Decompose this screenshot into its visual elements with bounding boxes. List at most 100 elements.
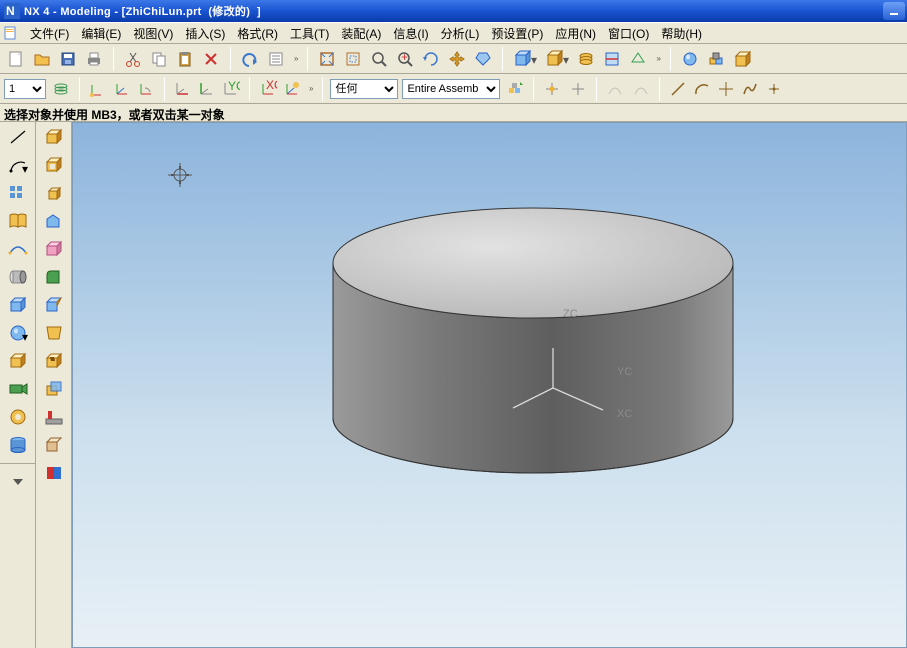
draft-tool-icon[interactable] xyxy=(40,320,68,346)
menu-app[interactable]: 应用(N) xyxy=(549,23,602,44)
shelf-tool-icon[interactable] xyxy=(40,404,68,430)
menu-tools[interactable]: 工具(T) xyxy=(284,23,335,44)
layer-toolbar-icon[interactable] xyxy=(50,78,72,100)
box-hollow-icon[interactable] xyxy=(40,152,68,178)
filter-assembly-icon[interactable] xyxy=(504,78,526,100)
minimize-button[interactable] xyxy=(883,2,905,20)
properties-button[interactable] xyxy=(264,47,288,71)
menu-file[interactable]: 文件(F) xyxy=(24,23,75,44)
pocket-tool-icon[interactable] xyxy=(40,348,68,374)
side-toolbar-sketch: ▾ ▾ xyxy=(0,122,36,648)
toolbar-overflow-2[interactable]: » xyxy=(654,54,662,63)
sphere-hollow-icon[interactable] xyxy=(4,404,32,430)
fit-button[interactable] xyxy=(315,47,339,71)
rotate-button[interactable] xyxy=(419,47,443,71)
menu-insert[interactable]: 插入(S) xyxy=(179,23,231,44)
cut-button[interactable] xyxy=(121,47,145,71)
curve-gray1-icon[interactable] xyxy=(604,78,626,100)
app-icon: N xyxy=(4,3,20,19)
box-yellow-icon[interactable] xyxy=(40,124,68,150)
menu-format[interactable]: 格式(R) xyxy=(231,23,284,44)
curve-point-icon[interactable] xyxy=(763,78,785,100)
axis-yc-label: YC xyxy=(617,366,632,378)
print-button[interactable] xyxy=(82,47,106,71)
line-tool-icon[interactable] xyxy=(4,124,32,150)
menu-edit[interactable]: 编辑(E) xyxy=(75,23,127,44)
curve-gray2-icon[interactable] xyxy=(630,78,652,100)
new-button[interactable] xyxy=(4,47,28,71)
toolbar-selection: 1 YC XC » 任何 Entire Assemb xyxy=(0,74,907,104)
zoom-in-out-button[interactable]: + xyxy=(393,47,417,71)
zoom-window-button[interactable] xyxy=(341,47,365,71)
viewport-3d[interactable]: ZC YC XC xyxy=(72,122,907,648)
shade-mode-button[interactable]: ▾ xyxy=(510,47,540,71)
copy-button[interactable] xyxy=(147,47,171,71)
database-icon[interactable] xyxy=(4,432,32,458)
csys-save-icon[interactable] xyxy=(281,78,303,100)
pipe-tool-icon[interactable] xyxy=(4,264,32,290)
collapse-icon[interactable] xyxy=(4,469,32,495)
menu-info[interactable]: 信息(I) xyxy=(387,23,434,44)
layers-button[interactable] xyxy=(574,47,598,71)
sphere-tool-icon[interactable]: ▾ xyxy=(4,320,32,346)
csys-yc-icon[interactable]: YC xyxy=(220,78,242,100)
cone-projector-icon[interactable] xyxy=(4,376,32,402)
box-small-icon[interactable] xyxy=(40,180,68,206)
toolbar-overflow-1[interactable]: » xyxy=(292,54,300,63)
toolbar-overflow-3[interactable]: » xyxy=(307,84,315,93)
curve-tangent-icon[interactable] xyxy=(739,78,761,100)
zoom-button[interactable] xyxy=(367,47,391,71)
filter-select[interactable]: 任何 xyxy=(330,79,398,99)
csys-config-icon[interactable]: XC xyxy=(257,78,279,100)
section-button[interactable] xyxy=(626,47,650,71)
box-tan-icon[interactable] xyxy=(40,432,68,458)
snap-mid-icon[interactable] xyxy=(567,78,589,100)
svg-text:▾: ▾ xyxy=(22,330,28,343)
assemblies-button[interactable] xyxy=(704,47,728,71)
menu-window[interactable]: 窗口(O) xyxy=(602,23,655,44)
wcs-dynamic-icon[interactable] xyxy=(111,78,133,100)
csys-x-icon[interactable] xyxy=(172,78,194,100)
curve-arc-icon[interactable] xyxy=(691,78,713,100)
pattern-tool-icon[interactable] xyxy=(4,180,32,206)
paste-button[interactable] xyxy=(173,47,197,71)
document-icon[interactable] xyxy=(2,24,20,42)
block-tool-icon[interactable] xyxy=(4,292,32,318)
curve-spline-icon[interactable] xyxy=(715,78,737,100)
menu-view[interactable]: 视图(V) xyxy=(127,23,179,44)
undo-button[interactable] xyxy=(238,47,262,71)
section-rb-icon[interactable] xyxy=(40,460,68,486)
menu-analyze[interactable]: 分析(L) xyxy=(435,23,486,44)
save-button[interactable] xyxy=(56,47,80,71)
curve-line-icon[interactable] xyxy=(667,78,689,100)
curve-edit-icon[interactable] xyxy=(4,236,32,262)
sweep-tool-icon[interactable] xyxy=(40,376,68,402)
open-button[interactable] xyxy=(30,47,54,71)
assembly-select[interactable]: Entire Assemb xyxy=(402,79,500,99)
wcs-origin-icon[interactable] xyxy=(87,78,109,100)
cylinder-tool-icon[interactable] xyxy=(4,348,32,374)
svg-text:+: + xyxy=(401,50,408,64)
menu-assemble[interactable]: 装配(A) xyxy=(335,23,387,44)
pan-button[interactable] xyxy=(445,47,469,71)
box-pink-icon[interactable] xyxy=(40,236,68,262)
snap-point-icon[interactable] xyxy=(541,78,563,100)
clip-button[interactable] xyxy=(600,47,624,71)
perspective-button[interactable] xyxy=(471,47,495,71)
visual-style-button[interactable]: ▾ xyxy=(542,47,572,71)
render-button[interactable] xyxy=(678,47,702,71)
delete-button[interactable] xyxy=(199,47,223,71)
cylinder-model xyxy=(303,158,763,498)
chamfer-tool-icon[interactable] xyxy=(40,292,68,318)
layer-select[interactable]: 1 xyxy=(4,79,46,99)
book-tool-icon[interactable] xyxy=(4,208,32,234)
csys-y-icon[interactable] xyxy=(196,78,218,100)
menu-help[interactable]: 帮助(H) xyxy=(655,23,708,44)
arc-tool-icon[interactable]: ▾ xyxy=(4,152,32,178)
drafting-button[interactable] xyxy=(730,47,754,71)
fillet-green-icon[interactable] xyxy=(40,264,68,290)
wcs-orient-icon[interactable] xyxy=(135,78,157,100)
svg-text:▾: ▾ xyxy=(531,53,537,67)
box-angle-icon[interactable] xyxy=(40,208,68,234)
menu-prefs[interactable]: 预设置(P) xyxy=(485,23,549,44)
